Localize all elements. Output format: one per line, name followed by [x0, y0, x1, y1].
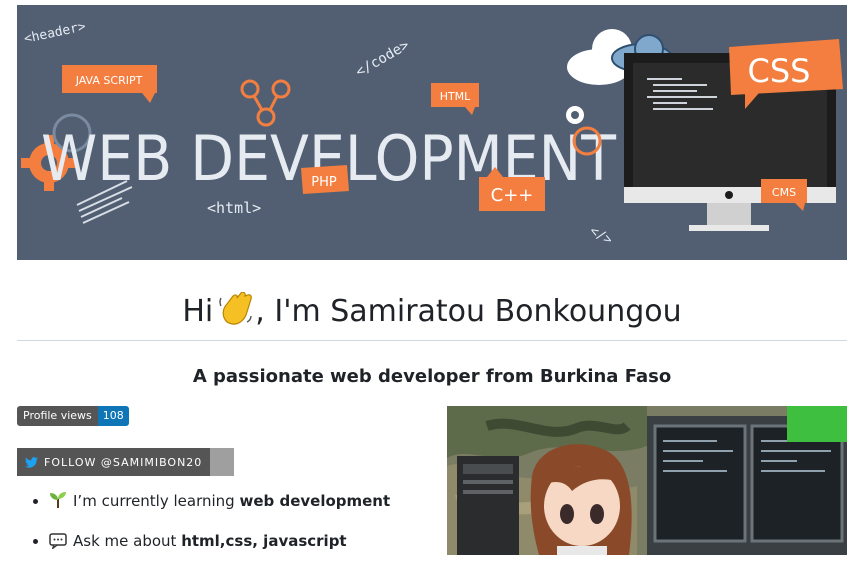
svg-text:PHP: PHP: [311, 175, 337, 190]
list-item: I’m currently learning web development: [49, 490, 390, 512]
coding-anime-gif: [447, 406, 847, 555]
twitter-follow-button[interactable]: FOLLOW @SAMIMIBON20: [17, 448, 235, 476]
javascript-bubble: JAVA SCRIPT: [62, 65, 157, 103]
code-tag-text: </code>: [353, 37, 412, 80]
about-text-ask: Ask me about: [73, 532, 182, 550]
profile-views-badge[interactable]: Profile views 108: [17, 406, 129, 426]
share-icon: [240, 79, 291, 127]
web-development-banner: <header> JAVA SCRIPT </code> HTML WEB DE…: [17, 5, 847, 260]
svg-text:JAVA SCRIPT: JAVA SCRIPT: [75, 74, 143, 87]
follow-count-segment: [210, 448, 235, 476]
html-bubble: HTML: [431, 83, 479, 115]
about-bold-ask: html,css, javascript: [181, 532, 347, 550]
svg-text:C++: C++: [491, 185, 534, 206]
greeting-title: Hi , I'm Samiratou Bonkoungou: [182, 292, 682, 329]
speech-bubble-icon: [49, 533, 67, 549]
about-bold-learning: web development: [239, 492, 391, 510]
svg-text:CSS: CSS: [748, 52, 811, 90]
greeting-hi: Hi: [182, 294, 214, 329]
slash-tag-text: </>: [587, 223, 615, 248]
list-item: Ask me about html,css, javascript: [49, 530, 390, 552]
profile-subtitle: A passionate web developer from Burkina …: [192, 366, 672, 387]
about-text-learning: I’m currently learning: [73, 492, 240, 510]
html-tag-text: <html>: [207, 199, 261, 217]
twitter-bird-icon: [25, 456, 38, 468]
profile-views-count: 108: [97, 406, 129, 426]
profile-views-label: Profile views: [17, 406, 98, 426]
about-list: I’m currently learning web development A…: [17, 490, 390, 570]
follow-label: FOLLOW @SAMIMIBON20: [44, 455, 203, 469]
svg-text:CMS: CMS: [772, 186, 796, 199]
profile-heading: Hi , I'm Samiratou Bonkoungou: [17, 286, 847, 341]
greeting-name: , I'm Samiratou Bonkoungou: [255, 294, 682, 329]
twitter-follow-main: FOLLOW @SAMIMIBON20: [17, 448, 211, 476]
php-bubble: PHP: [301, 165, 349, 194]
svg-text:HTML: HTML: [440, 90, 471, 103]
seedling-icon: [50, 492, 66, 508]
cms-bubble: CMS: [761, 179, 807, 211]
waving-hand-icon: [219, 292, 253, 325]
header-tag-text: <header>: [23, 19, 88, 47]
